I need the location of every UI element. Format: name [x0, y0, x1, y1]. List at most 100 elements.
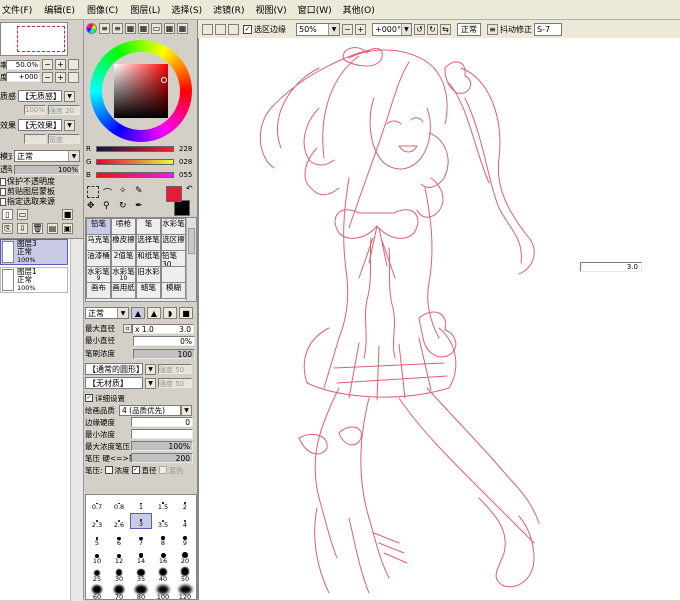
navigator-rotate-left[interactable]: − [42, 72, 53, 83]
brush-texture-select[interactable]: 【无材质】 [85, 377, 143, 389]
brush-shape-round-icon[interactable]: ▲ [147, 307, 161, 319]
brush-tool-slot[interactable]: 模糊 [161, 282, 186, 299]
navigator-rotate-reset[interactable] [68, 72, 79, 83]
move-icon[interactable]: ✥ [87, 201, 101, 211]
brush-size-cell[interactable]: 9 [174, 531, 196, 547]
clear-layer-icon[interactable]: ▤ [47, 223, 58, 234]
pp-mix-checkbox[interactable] [158, 466, 167, 474]
r-slider[interactable] [96, 145, 174, 152]
quality-select[interactable]: 4 (品质优先) [119, 404, 181, 416]
menu-item[interactable]: 其他(O) [343, 3, 375, 16]
max-pressure-slider[interactable]: 100% [131, 441, 193, 451]
brush-size-cell[interactable]: 3.5 [152, 513, 174, 529]
brush-tool-slot[interactable]: 旧水彩 [136, 266, 161, 283]
check-select-box[interactable] [0, 197, 6, 206]
brush-size-cell[interactable]: 120 [174, 585, 196, 599]
menu-item[interactable]: 窗口(W) [298, 3, 332, 16]
brush-size-cell[interactable]: 40 [152, 567, 174, 583]
new-folder-icon[interactable]: ▭ [17, 209, 28, 220]
color-extra-icon-2[interactable]: ▦ [177, 23, 188, 34]
brush-size-cell[interactable]: 0.7 [86, 495, 108, 511]
min-density-slider[interactable] [131, 429, 193, 439]
brush-shape-square-icon[interactable]: ■ [179, 307, 193, 319]
zoom-out-button[interactable]: − [342, 23, 353, 35]
navigator-rotate-field[interactable]: +000 [6, 72, 40, 82]
color-extra-icon-1[interactable]: ▦ [164, 23, 175, 34]
swatch-mode-icon[interactable]: ▦ [138, 23, 149, 34]
brush-tool-slot[interactable]: 笔 [136, 218, 161, 235]
brush-tool-slot[interactable]: 水彩笔 [161, 218, 186, 235]
color-picker-icon[interactable]: ✎ [135, 186, 149, 199]
brush-mode-select[interactable]: 正常 ▼ [85, 307, 129, 319]
navigator-preview[interactable] [0, 22, 68, 56]
b-value[interactable]: 055 [179, 171, 192, 179]
brush-shape-dropdown[interactable]: ▼ [145, 363, 156, 375]
min-size-slider[interactable]: 0% [133, 335, 195, 346]
navigator-zoom-reset[interactable] [68, 59, 79, 70]
brush-tool-slot[interactable]: 画布 [86, 282, 111, 299]
pressure-slider[interactable]: 200 [131, 453, 193, 463]
max-size-mult-button[interactable]: ▫ [123, 324, 132, 333]
navigator-rotate-right[interactable]: + [55, 72, 66, 83]
brush-tool-slot[interactable]: 马克笔 [86, 234, 111, 251]
flip-button[interactable]: ⇆ [440, 23, 451, 35]
brush-size-cell[interactable]: 8 [152, 531, 174, 547]
texture-dropdown[interactable]: ▼ [64, 90, 75, 102]
canvas-area[interactable]: 3.0 [198, 38, 680, 600]
hsv-slider-mode-icon[interactable]: ≡ [112, 23, 123, 34]
rotate-icon[interactable]: ↻ [119, 201, 133, 211]
g-slider[interactable] [96, 158, 174, 165]
brush-size-cell[interactable]: 2 [174, 495, 196, 511]
brush-shape-flat-icon[interactable]: ▲ [131, 307, 145, 319]
brush-size-cell[interactable]: 3 [130, 513, 152, 529]
brush-size-cell[interactable]: 80 [130, 585, 152, 599]
toolbar-icon-3[interactable] [228, 23, 239, 35]
brush-size-cell[interactable]: 7 [130, 531, 152, 547]
delete-layer-icon[interactable]: 🗑 [32, 223, 43, 234]
toolbar-icon-1[interactable] [202, 23, 213, 35]
brush-size-cell[interactable]: 14 [130, 549, 152, 565]
swap-colors-icon[interactable]: ↶ [186, 184, 193, 193]
brush-size-cell[interactable]: 5 [86, 531, 108, 547]
toolbar-icon-2[interactable] [215, 23, 226, 35]
check-select-source[interactable]: 指定选取来源 [0, 196, 55, 207]
scratchpad-mode-icon[interactable]: ▭ [151, 23, 162, 34]
brush-size-cell[interactable]: 25 [86, 567, 108, 583]
brush-size-cell[interactable]: 30 [108, 567, 130, 583]
menu-item[interactable]: 选择(S) [171, 3, 202, 16]
r-value[interactable]: 228 [179, 145, 192, 153]
brush-tool-slot[interactable]: 铅笔 [86, 218, 111, 235]
canvas-float-value-field[interactable]: 3.0 [580, 262, 642, 272]
brush-size-cell[interactable]: 70 [108, 585, 130, 599]
color-wheel-mode-icon[interactable] [86, 23, 97, 34]
brush-size-cell[interactable]: 35 [130, 567, 152, 583]
menu-item[interactable]: 文件(F) [2, 3, 32, 16]
menu-item[interactable]: 图层(L) [130, 3, 160, 16]
brush-tool-slot[interactable]: 和纸笔 [136, 250, 161, 267]
effect-select[interactable]: 【无效果】 [18, 119, 62, 131]
navigator-zoom-in[interactable]: + [55, 59, 66, 70]
brush-size-cell[interactable]: 0.8 [108, 495, 130, 511]
brush-size-cell[interactable]: 6 [108, 531, 130, 547]
background-color-swatch[interactable] [174, 200, 190, 216]
texture-select[interactable]: 【无质感】 [18, 90, 62, 102]
zoom-in-button[interactable]: + [355, 23, 366, 35]
color-wheel[interactable] [90, 40, 192, 142]
brush-shape-dome-icon[interactable]: ◗ [163, 307, 177, 319]
menu-item[interactable]: 编辑(E) [44, 3, 75, 16]
merge-layer-icon[interactable]: ⇩ [17, 223, 28, 234]
layer-scrollbar[interactable] [70, 239, 83, 601]
brush-tool-slot[interactable]: 喷枪 [111, 218, 136, 235]
brush-tool-slot[interactable] [161, 266, 186, 283]
brush-tool-slot[interactable]: 水彩笔 9 [86, 266, 111, 283]
zoom-icon[interactable]: ⚲ [103, 201, 117, 211]
pp-density-checkbox[interactable] [104, 466, 113, 474]
lasso-icon[interactable]: ⌒ [103, 186, 117, 199]
brush-tool-slot[interactable]: 画用纸 [111, 282, 136, 299]
zoom-select[interactable]: 50% ▼ [296, 22, 340, 36]
brush-size-cell[interactable]: 100 [152, 585, 174, 599]
brush-size-cell[interactable]: 10 [86, 549, 108, 565]
brush-size-cell[interactable]: 16 [152, 549, 174, 565]
max-size-slider[interactable]: x 1.0 3.0 [132, 323, 194, 334]
brush-tool-slot[interactable]: 选区擦 [161, 234, 186, 251]
